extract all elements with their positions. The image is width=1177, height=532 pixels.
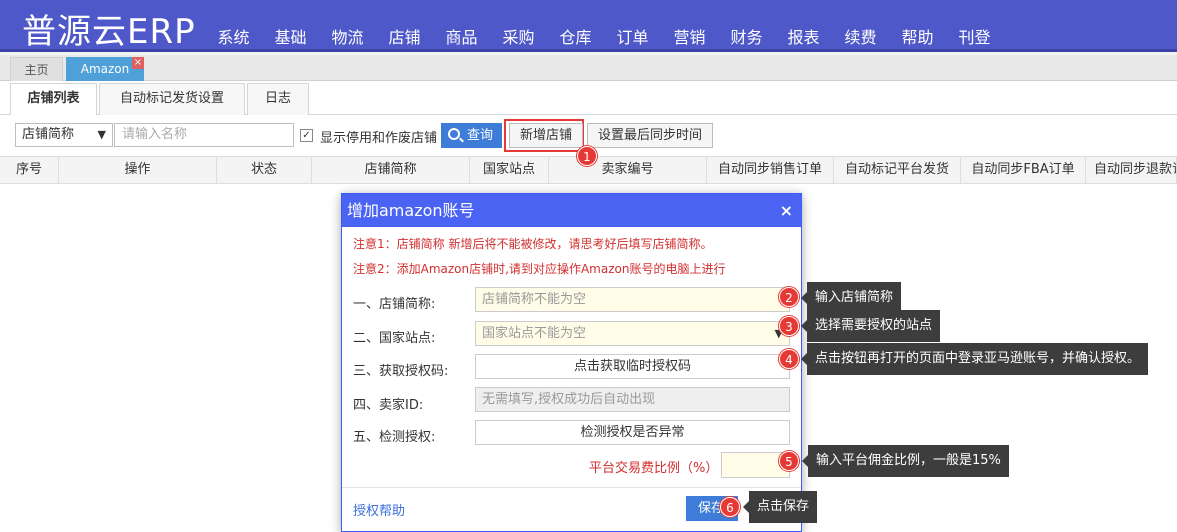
note-1: 注意1：店铺简称 新增后将不能被修改，请思考好后填写店铺简称。 <box>353 237 713 251</box>
show-disabled-label: 显示停用和作废店铺 <box>320 131 438 146</box>
col-auto-mark-shipping[interactable]: 自动标记平台发货 <box>834 157 961 183</box>
set-sync-time-button[interactable]: 设置最后同步时间 <box>587 123 713 148</box>
step-badge-1: 1 <box>577 146 597 166</box>
top-header: 普源云ERP 系统 基础 物流 店铺 商品 采购 仓库 订单 营销 财务 报表 … <box>0 0 1177 52</box>
col-index[interactable]: 序号 <box>0 157 59 183</box>
tab-amazon-label: Amazon <box>80 62 130 76</box>
col-auto-sync-refunds[interactable]: 自动同步退款订单 <box>1086 157 1177 183</box>
step-badge-4: 4 <box>779 349 799 369</box>
site-select-placeholder: 国家站点不能为空 <box>482 326 587 341</box>
app-logo: 普源云ERP <box>22 12 196 52</box>
tab-store-list[interactable]: 店铺列表 <box>10 83 97 116</box>
tab-amazon[interactable]: Amazon × <box>66 57 144 81</box>
nav-item-renew[interactable]: 续费 <box>832 24 889 48</box>
show-disabled-checkbox[interactable]: ✓ <box>300 129 313 142</box>
col-store-name[interactable]: 店铺简称 <box>312 157 470 183</box>
search-icon <box>448 128 460 140</box>
nav-item-help[interactable]: 帮助 <box>889 24 946 48</box>
nav-item-publish[interactable]: 刊登 <box>946 24 1003 48</box>
step-tip-4: 点击按钮再打开的页面中登录亚马逊账号，并确认授权。 <box>800 343 1149 375</box>
page-tabs: 主页 Amazon × <box>0 55 1177 81</box>
check-auth-button[interactable]: 检测授权是否异常 <box>475 420 790 445</box>
col-actions[interactable]: 操作 <box>59 157 217 183</box>
chevron-down-icon: ▼ <box>97 128 106 141</box>
nav-item-store[interactable]: 店铺 <box>376 24 433 48</box>
col-status[interactable]: 状态 <box>217 157 312 183</box>
col-auto-sync-orders[interactable]: 自动同步销售订单 <box>707 157 834 183</box>
store-name-label: 一、店铺简称: <box>353 297 436 312</box>
sub-tabs: 店铺列表 自动标记发货设置 日志 <box>0 81 1177 116</box>
search-field-select[interactable]: 店铺简称 ▼ <box>15 123 113 147</box>
nav-item-purchase[interactable]: 采购 <box>490 24 547 48</box>
close-icon[interactable]: × <box>780 194 793 227</box>
add-amazon-account-dialog: 增加amazon账号 × 注意1：店铺简称 新增后将不能被修改，请思考好后填写店… <box>341 193 802 532</box>
nav-item-logistics[interactable]: 物流 <box>319 24 376 48</box>
check-auth-label: 五、检测授权: <box>353 430 436 445</box>
site-label: 二、国家站点: <box>353 331 436 346</box>
nav-item-system[interactable]: 系统 <box>205 24 262 48</box>
seller-id-label: 四、卖家ID: <box>353 398 424 413</box>
dialog-header: 增加amazon账号 × <box>342 194 801 227</box>
nav-item-basic[interactable]: 基础 <box>262 24 319 48</box>
nav-item-warehouse[interactable]: 仓库 <box>547 24 604 48</box>
search-field-value: 店铺简称 <box>22 127 75 142</box>
col-site[interactable]: 国家站点 <box>470 157 549 183</box>
step-badge-6: 6 <box>720 497 740 517</box>
nav-item-product[interactable]: 商品 <box>433 24 490 48</box>
step-tip-5: 输入平台佣金比例，一般是15% <box>802 445 1009 477</box>
get-auth-code-button[interactable]: 点击获取临时授权码 <box>475 354 790 379</box>
seller-id-input: 无需填写,授权成功后自动出现 <box>475 387 790 412</box>
tab-home[interactable]: 主页 <box>10 57 63 81</box>
note-2: 注意2：添加Amazon店铺时,请到对应操作Amazon账号的电脑上进行 <box>353 262 726 276</box>
nav-item-finance[interactable]: 财务 <box>718 24 775 48</box>
nav-item-marketing[interactable]: 营销 <box>661 24 718 48</box>
step-badge-2: 2 <box>779 287 799 307</box>
step-tip-3: 选择需要授权的站点 <box>800 310 941 342</box>
add-store-button[interactable]: 新增店铺 <box>509 123 583 148</box>
site-select[interactable]: 国家站点不能为空 ▼ <box>475 321 790 346</box>
col-auto-sync-fba[interactable]: 自动同步FBA订单 <box>961 157 1086 183</box>
query-button-label: 查询 <box>467 128 494 143</box>
dialog-footer-divider <box>342 487 801 488</box>
nav-item-report[interactable]: 报表 <box>775 24 832 48</box>
step-badge-5: 5 <box>779 451 799 471</box>
step-badge-3: 3 <box>779 316 799 336</box>
nav-item-order[interactable]: 订单 <box>604 24 661 48</box>
main-nav: 系统 基础 物流 店铺 商品 采购 仓库 订单 营销 财务 报表 续费 帮助 刊… <box>205 24 1003 48</box>
store-name-input[interactable]: 店铺简称不能为空 <box>475 287 790 312</box>
col-seller-id[interactable]: 卖家编号 <box>549 157 707 183</box>
auth-code-label: 三、获取授权码: <box>353 364 449 379</box>
search-input[interactable]: 请输入名称 <box>114 123 294 147</box>
step-tip-6: 点击保存 <box>742 491 818 523</box>
dialog-title: 增加amazon账号 <box>347 201 475 220</box>
query-button[interactable]: 查询 <box>441 123 502 148</box>
tab-log[interactable]: 日志 <box>247 83 309 115</box>
close-icon[interactable]: × <box>132 57 144 69</box>
fee-ratio-label: 平台交易费比例（%） <box>589 461 719 476</box>
tab-auto-mark-shipping[interactable]: 自动标记发货设置 <box>99 83 245 115</box>
auth-help-link[interactable]: 授权帮助 <box>353 500 405 519</box>
